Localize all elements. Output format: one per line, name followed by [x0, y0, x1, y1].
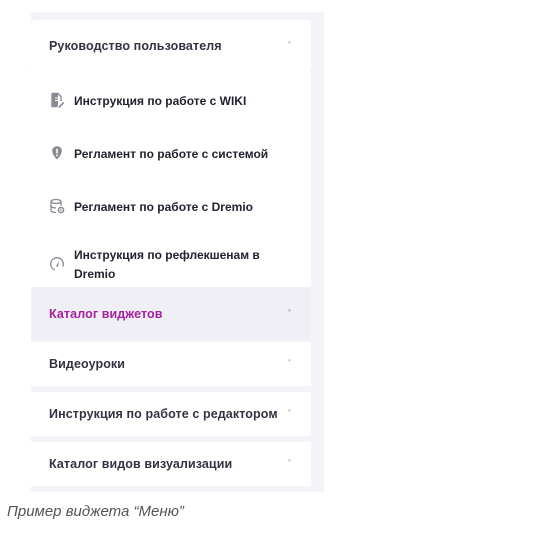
section-title: Инструкция по работе с редактором — [49, 407, 278, 421]
menu-section-user-guide[interactable]: Руководство пользователя ˄ — [31, 20, 311, 72]
submenu-item-system-rules[interactable]: Регламент по работе с системой — [49, 145, 268, 164]
chevron-down-icon[interactable]: ˅ — [287, 409, 292, 420]
section-title: Видеоуроки — [49, 357, 126, 371]
submenu-item-label: Регламент по работе с Dremio — [74, 200, 253, 214]
section-title: Каталог видов визуализации — [49, 457, 233, 471]
chevron-down-icon[interactable]: ˅ — [287, 309, 292, 320]
menu-section-visualization-catalog[interactable]: Каталог видов визуализации ˅ — [31, 442, 311, 486]
chevron-up-icon[interactable]: ˄ — [287, 41, 292, 52]
menu-widget: Руководство пользователя ˄ Инструкция по… — [31, 12, 324, 492]
submenu-item-label: Инструкция по рефлекшенам в Dremio — [74, 248, 260, 281]
section-title: Руководство пользователя — [49, 39, 222, 53]
submenu-item-wiki[interactable]: Инструкция по работе с WIKI — [49, 92, 246, 111]
submenu-item-label: Регламент по работе с системой — [74, 147, 269, 161]
section-header[interactable]: Каталог виджетов ˅ — [31, 287, 311, 341]
chevron-down-icon[interactable]: ˅ — [287, 459, 292, 470]
submenu-item-dremio-rules[interactable]: Регламент по работе с Dremio — [49, 198, 253, 217]
section-title: Каталог виджетов — [49, 307, 163, 321]
submenu-item-dremio-reflections[interactable]: Инструкция по рефлекшенам в Dremio — [49, 246, 274, 284]
document-edit-icon — [51, 92, 65, 108]
section-header[interactable]: Руководство пользователя ˄ — [31, 20, 311, 72]
section-header[interactable]: Каталог видов визуализации ˅ — [31, 442, 311, 486]
menu-section-video-lessons[interactable]: Видеоуроки ˅ — [31, 342, 311, 386]
chevron-down-icon[interactable]: ˅ — [287, 359, 292, 370]
section-header[interactable]: Видеоуроки ˅ — [31, 342, 311, 386]
menu-section-editor-guide[interactable]: Инструкция по работе с редактором ˅ — [31, 392, 311, 436]
submenu-item-label: Инструкция по работе с WIKI — [74, 94, 247, 108]
database-settings-icon — [50, 198, 65, 214]
speedometer-icon — [50, 257, 64, 271]
menu-section-widget-catalog[interactable]: Каталог виджетов ˅ — [31, 287, 311, 341]
figure-caption: Пример виджета “Меню” — [7, 503, 184, 520]
section-header[interactable]: Инструкция по работе с редактором ˅ — [31, 392, 311, 436]
submenu-list: Инструкция по работе с WIKI Регламент по… — [31, 72, 311, 290]
shield-alert-icon — [52, 146, 62, 160]
